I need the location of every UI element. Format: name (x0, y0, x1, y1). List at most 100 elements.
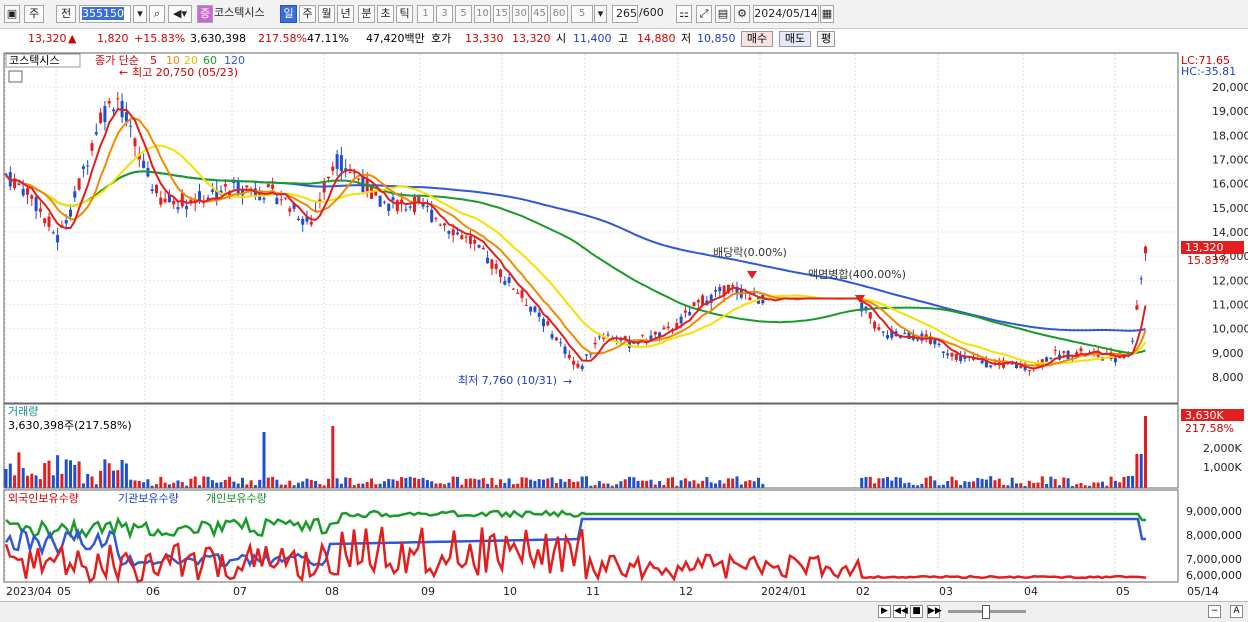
volume-bar (520, 477, 524, 488)
volume-bar (305, 478, 309, 488)
draw-tool-icon[interactable]: ⤢ (696, 5, 712, 23)
market-select[interactable]: 주 (24, 5, 44, 23)
candle-body (683, 310, 687, 313)
gear-icon[interactable]: ⚙ (734, 5, 750, 23)
period-month[interactable]: 월 (318, 5, 335, 23)
scroll-right-icon[interactable]: ▶ (878, 605, 891, 618)
interval-1[interactable]: 1 (417, 5, 434, 23)
rewind-icon[interactable]: ◀◀ (893, 605, 908, 618)
volume-bar (976, 477, 980, 488)
calendar-icon[interactable]: ▦ (820, 5, 834, 23)
volume-bar (417, 478, 421, 488)
price-tick-label: 14,000 (1212, 226, 1248, 239)
price-chart[interactable]: 20,000 19,000 18,000 17,000 16,000 15,000 14,0… (0, 49, 1248, 601)
eval-button[interactable]: 평 (817, 31, 835, 47)
zoom-slider-handle[interactable] (982, 605, 990, 619)
candle-body (124, 112, 128, 122)
volume-bar (1015, 483, 1018, 488)
prev-select[interactable]: 전 (56, 5, 76, 23)
x-tick-label: 2023/04 (6, 585, 52, 598)
window-icon[interactable]: ▣ (4, 5, 20, 23)
period-year[interactable]: 년 (337, 5, 354, 23)
volume-bar (271, 476, 275, 488)
volume-bar (1113, 480, 1117, 488)
date-input[interactable]: 2024/05/14 (753, 5, 819, 23)
interval-30[interactable]: 30 (512, 5, 529, 23)
unit-dropdown-icon[interactable]: ▾ (594, 5, 607, 23)
save-icon[interactable]: ▤ (715, 5, 731, 23)
candle-body (1045, 357, 1049, 362)
legend-institution: 기관보유수량 (118, 492, 179, 505)
volume-bar (172, 482, 176, 488)
volume-bar (503, 482, 507, 488)
volume-bar (1092, 482, 1096, 488)
candle-body (404, 209, 408, 211)
stop-icon[interactable]: ■ (910, 605, 923, 618)
volume-bar (967, 481, 971, 488)
period-minute[interactable]: 분 (358, 5, 375, 23)
interval-3[interactable]: 3 (436, 5, 453, 23)
interval-10[interactable]: 10 (474, 5, 491, 23)
volume-bar (107, 463, 111, 488)
candle-body (107, 101, 111, 104)
forward-icon[interactable]: ▶▶ (927, 605, 942, 618)
candle-body (387, 203, 391, 211)
volume-bar (658, 481, 662, 488)
chart-type-icon[interactable]: ⚏ (676, 5, 692, 23)
candle-body (520, 290, 524, 298)
search-icon[interactable]: ⌕ (149, 5, 165, 23)
candle-body (172, 200, 176, 205)
volume-bar (94, 484, 98, 488)
volume-bar (1109, 476, 1113, 488)
volume-bar (924, 477, 928, 488)
volume-bar (51, 475, 55, 488)
volume-title: 거래량 (8, 405, 38, 418)
stock-code-input[interactable]: 355150 (79, 5, 131, 23)
volume-bar (1075, 484, 1079, 488)
interval-45[interactable]: 45 (531, 5, 548, 23)
candle-body (606, 334, 610, 336)
interval-15[interactable]: 15 (493, 5, 510, 23)
volume-bar (542, 479, 545, 488)
unit-input[interactable]: 5 (571, 5, 593, 23)
volume-bar (537, 479, 541, 488)
low-arrow-icon: → (563, 375, 572, 388)
buy-button[interactable]: 매수 (741, 31, 773, 47)
volume-bar (266, 477, 270, 488)
count-input[interactable]: 265 (612, 5, 638, 23)
sell-button[interactable]: 매도 (779, 31, 811, 47)
period-week[interactable]: 주 (299, 5, 316, 23)
chart-scrollbar[interactable]: ▶ ◀◀ ■ ▶▶ − A (0, 601, 1248, 622)
interval-5[interactable]: 5 (455, 5, 472, 23)
candle-body (26, 188, 29, 195)
volume-bar (451, 476, 455, 488)
candle-body (443, 223, 447, 226)
period-second[interactable]: 초 (377, 5, 394, 23)
volume-bar (993, 480, 997, 488)
hc-label: HC:-35.81 (1181, 65, 1236, 78)
volume-bar (597, 481, 601, 488)
volume-bar (206, 476, 210, 488)
zoom-out-icon[interactable]: − (1208, 605, 1221, 618)
code-dropdown-icon[interactable]: ▾ (133, 5, 147, 23)
volume-bar (886, 476, 889, 488)
font-size-icon[interactable]: A (1230, 605, 1243, 618)
volume-bar (43, 463, 47, 488)
period-day[interactable]: 일 (280, 5, 297, 23)
volume-bar (387, 478, 391, 488)
candle-body (718, 287, 722, 292)
speaker-icon[interactable]: ◀▾ (168, 5, 192, 23)
candle-body (537, 312, 541, 317)
interval-60[interactable]: 60 (550, 5, 568, 23)
volume-bar (339, 483, 343, 488)
candle-body (989, 365, 993, 368)
period-tick[interactable]: 틱 (396, 5, 413, 23)
volume-bar (554, 483, 558, 488)
volume-bar (1066, 478, 1070, 488)
grid-table-icon[interactable] (8, 70, 23, 83)
volume-bar (606, 483, 610, 488)
volume-bar (1010, 477, 1014, 488)
candle-body (576, 363, 580, 368)
volume-bar (1144, 416, 1147, 488)
volume-bar (81, 483, 85, 488)
